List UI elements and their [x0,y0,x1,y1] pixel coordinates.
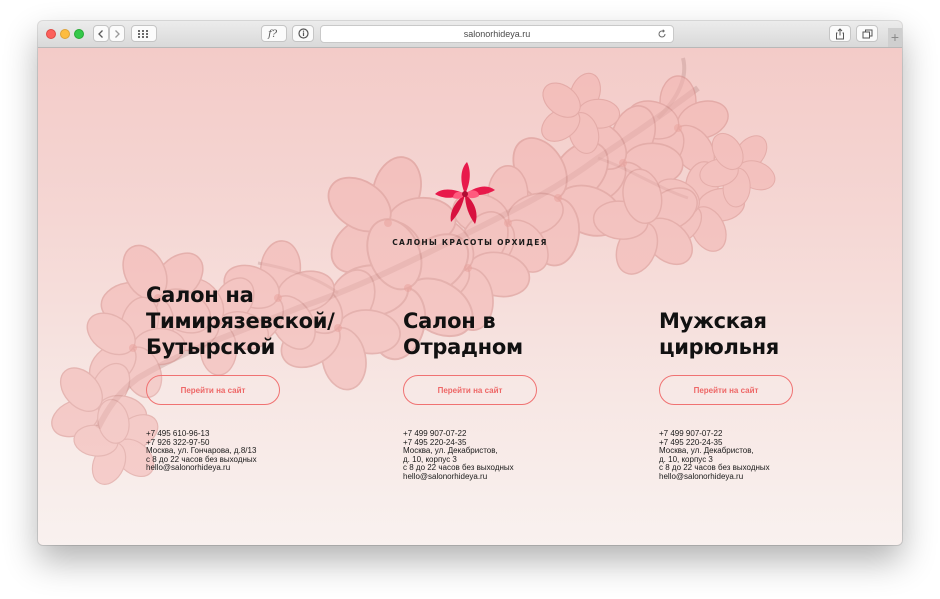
privacy-extension-button[interactable] [292,25,314,42]
brand-name: САЛОНЫ КРАСОТЫ ОРХИДЕЯ [392,238,548,247]
page-content: САЛОНЫ КРАСОТЫ ОРХИДЕЯ Салон на Тимирязе… [38,48,902,545]
browser-window: f? salonorhideya.ru + САЛОНЫ КРАСОТЫ ОРХ… [38,21,902,545]
show-all-tabs-button[interactable] [131,25,157,42]
zoom-window-button[interactable] [74,29,84,39]
back-button[interactable] [93,25,109,42]
salon-title-1-line-2: Тимирязевской/ [146,309,335,333]
salon-title-2-line-2: Отрадном [403,335,523,359]
function-icon: f? [267,29,278,39]
address-url: salonorhideya.ru [463,29,531,39]
close-window-button[interactable] [46,29,56,39]
salon-title-1-line-3: Бутырской [146,335,276,359]
salon-title-3-line-2: цирюльня [659,335,779,359]
salon-title-3-line-1: Мужская [659,309,767,333]
email[interactable]: hello@salonorhideya.ru [659,472,770,482]
info-circle-icon [297,28,309,39]
salon-title-3: Мужская цирюльня [659,308,779,360]
salon-title-2-line-1: Салон в [403,309,496,333]
reload-icon[interactable] [657,29,667,39]
chevron-left-icon [98,29,103,38]
salon-info-3: +7 499 907-07-22 +7 495 220-24-35 Москва… [659,429,770,482]
forward-button[interactable] [109,25,125,42]
visit-site-button-1[interactable]: Перейти на сайт [146,375,280,405]
salon-info-2: +7 499 907-07-22 +7 495 220-24-35 Москва… [403,429,514,482]
salon-title-1: Салон на Тимирязевской/ Бутырской [146,282,335,360]
new-tab-button[interactable]: + [888,28,902,47]
tabs-icon [862,29,872,38]
email[interactable]: hello@salonorhideya.ru [403,472,514,482]
salon-title-1-line-1: Салон на [146,283,254,307]
tabs-overview-button[interactable] [856,25,878,42]
orchid-logo-icon [435,162,495,224]
minimize-window-button[interactable] [60,29,70,39]
salon-title-2: Салон в Отрадном [403,308,523,360]
share-icon [836,27,844,39]
chevron-right-icon [115,29,120,38]
browser-toolbar: f? salonorhideya.ru + [38,21,902,48]
share-button[interactable] [829,25,851,42]
formula-extension-button[interactable]: f? [261,25,287,42]
visit-site-button-3[interactable]: Перейти на сайт [659,375,793,405]
svg-text:f?: f? [267,29,278,39]
email[interactable]: hello@salonorhideya.ru [146,464,257,473]
grid-icon [138,29,148,38]
address-bar[interactable]: salonorhideya.ru [320,25,674,43]
visit-site-button-2[interactable]: Перейти на сайт [403,375,537,405]
salon-info-1: +7 495 610-96-13 +7 926 322-97-50 Москва… [146,429,257,473]
